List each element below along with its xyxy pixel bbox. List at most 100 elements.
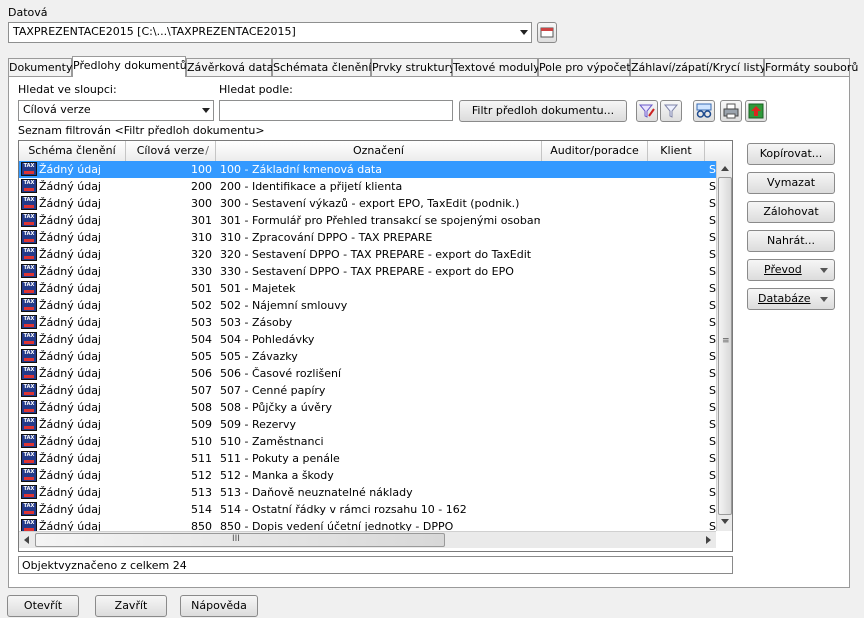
- cell-client: [651, 246, 703, 263]
- cell-auditor: [545, 450, 645, 467]
- copy-button[interactable]: Kopírovat...: [747, 143, 835, 165]
- table-row[interactable]: TAX Žádný údaj 510 510 - Zaměstnanci S: [19, 433, 716, 450]
- grip-icon: ≡: [722, 336, 730, 346]
- cell-auditor: [545, 467, 645, 484]
- cell-version: 514: [191, 503, 212, 516]
- funnel-icon: [663, 104, 679, 118]
- column-header-name[interactable]: Označení: [216, 141, 542, 161]
- search-input[interactable]: [219, 100, 453, 121]
- table-row[interactable]: TAX Žádný údaj 513 513 - Daňově neuznatelné…: [19, 484, 716, 501]
- column-header-schema[interactable]: Schéma členění: [19, 141, 126, 161]
- table-row[interactable]: TAX Žádný údaj 505 505 - Závazky S: [19, 348, 716, 365]
- tab-label: Pole pro výpočet: [539, 61, 631, 74]
- table-row[interactable]: TAX Žádný údaj 320 320 - Sestavení DPPO - T…: [19, 246, 716, 263]
- export-button[interactable]: [745, 100, 767, 122]
- tab-formaty-souboru[interactable]: Formáty souborů: [764, 58, 858, 76]
- delete-button-label: Vymazat: [766, 176, 816, 189]
- table-row[interactable]: TAX Žádný údaj 502 502 - Nájemní smlouvy S: [19, 297, 716, 314]
- tax-document-icon: TAX: [21, 400, 37, 414]
- table-row[interactable]: TAX Žádný údaj 514 514 - Ostatní řádky v rá…: [19, 501, 716, 518]
- cell-schema: Žádný údaj: [39, 350, 101, 363]
- help-button[interactable]: Nápověda: [180, 595, 258, 617]
- delete-button[interactable]: Vymazat: [747, 172, 835, 194]
- filter-edit-button[interactable]: [636, 100, 658, 122]
- upload-button[interactable]: Nahrát...: [747, 230, 835, 252]
- cell-version: 505: [191, 350, 212, 363]
- cell-auditor: [545, 161, 645, 178]
- tab-prvky-struktury[interactable]: Prvky struktury: [371, 58, 456, 76]
- horizontal-scroll-thumb[interactable]: III: [35, 533, 445, 547]
- view-button[interactable]: [693, 100, 715, 122]
- tab-zahlavi-zapati[interactable]: Záhlaví/zápatí/Krycí listy: [630, 58, 766, 76]
- datova-combo[interactable]: TAXPREZENTACE2015 [C:\...\TAXPREZENTACE2…: [8, 22, 532, 43]
- tax-document-icon: TAX: [21, 281, 37, 295]
- cell-version: 506: [191, 367, 212, 380]
- table-row[interactable]: TAX Žádný údaj 501 501 - Majetek S: [19, 280, 716, 297]
- column-header-auditor[interactable]: Auditor/poradce: [542, 141, 648, 161]
- column-select[interactable]: Cílová verze: [18, 100, 214, 121]
- tax-document-icon: TAX: [21, 434, 37, 448]
- scroll-right-icon[interactable]: [706, 536, 711, 544]
- table-row[interactable]: TAX Žádný údaj 200 200 - Identifikace a při…: [19, 178, 716, 195]
- cell-version: 509: [191, 418, 212, 431]
- scroll-left-icon[interactable]: [24, 536, 29, 544]
- cell-auditor: [545, 229, 645, 246]
- cell-version: 513: [191, 486, 212, 499]
- table-row[interactable]: TAX Žádný údaj 512 512 - Manka a škody S: [19, 467, 716, 484]
- table-row[interactable]: TAX Žádný údaj 507 507 - Cenné papíry S: [19, 382, 716, 399]
- table-row[interactable]: TAX Žádný údaj 509 509 - Rezervy S: [19, 416, 716, 433]
- tax-document-icon: TAX: [21, 264, 37, 278]
- filter-button[interactable]: Filtr předloh dokumentu...: [459, 100, 627, 122]
- vertical-scroll-thumb[interactable]: ≡: [718, 177, 732, 515]
- tab-pole-pro-vypocet[interactable]: Pole pro výpočet: [538, 58, 631, 76]
- scroll-down-icon[interactable]: [721, 519, 729, 524]
- cell-name: 509 - Rezervy: [220, 418, 296, 431]
- cell-client: [651, 195, 703, 212]
- open-button[interactable]: Otevřít: [7, 595, 79, 617]
- table-row[interactable]: TAX Žádný údaj 504 504 - Pohledávky S: [19, 331, 716, 348]
- cell-name: 320 - Sestavení DPPO - TAX PREPARE - exp…: [220, 248, 532, 261]
- table-row[interactable]: TAX Žádný údaj 506 506 - Časové rozlišení S: [19, 365, 716, 382]
- table-row[interactable]: TAX Žádný údaj 511 511 - Pokuty a penále S: [19, 450, 716, 467]
- scroll-up-icon[interactable]: [721, 166, 729, 171]
- table-row[interactable]: TAX Žádný údaj 300 300 - Sestavení výkazů -…: [19, 195, 716, 212]
- table-row[interactable]: TAX Žádný údaj 508 508 - Půjčky a úvěry S: [19, 399, 716, 416]
- table-row[interactable]: TAX Žádný údaj 100 100 - Základní kmenová d…: [19, 161, 716, 178]
- cell-name: 507 - Cenné papíry: [220, 384, 326, 397]
- table-row[interactable]: TAX Žádný údaj 310 310 - Zpracování DPPO - …: [19, 229, 716, 246]
- tab-label: Závěrková data: [187, 61, 274, 74]
- vertical-scrollbar[interactable]: ≡: [716, 161, 732, 531]
- filter-button-label: Filtr předloh dokumentu...: [471, 104, 615, 117]
- column-header-version[interactable]: Cílová verze /: [126, 141, 216, 161]
- tab-predlohy-dokumentu[interactable]: Předlohy dokumentů: [72, 56, 187, 77]
- browse-button[interactable]: [537, 22, 557, 43]
- cell-name: 506 - Časové rozlišení: [220, 367, 342, 380]
- tab-label: Schémata členění: [273, 61, 372, 74]
- database-dropdown-button[interactable]: Databáze: [747, 288, 835, 310]
- tab-dokumenty[interactable]: Dokumenty: [8, 58, 72, 76]
- cell-version: 504: [191, 333, 212, 346]
- print-button[interactable]: [720, 100, 742, 122]
- column-header-client[interactable]: Klient: [648, 141, 705, 161]
- table-row[interactable]: TAX Žádný údaj 301 301 - Formulář pro Přehl…: [19, 212, 716, 229]
- cell-overflow: S: [709, 163, 716, 176]
- table-row[interactable]: TAX Žádný údaj 503 503 - Zásoby S: [19, 314, 716, 331]
- tab-textove-moduly[interactable]: Textové moduly: [452, 58, 540, 76]
- filter-toggle-button[interactable]: [660, 100, 682, 122]
- transfer-dropdown-button[interactable]: Převod: [747, 259, 835, 281]
- cell-auditor: [545, 348, 645, 365]
- cell-schema: Žádný údaj: [39, 469, 101, 482]
- table-row[interactable]: TAX Žádný údaj 330 330 - Sestavení DPPO - T…: [19, 263, 716, 280]
- column-header-label: Cílová verze: [136, 144, 205, 157]
- cell-version: 330: [191, 265, 212, 278]
- cell-name: 100 - Základní kmenová data: [220, 163, 382, 176]
- tax-document-icon: TAX: [21, 162, 37, 176]
- tab-schemata-cleneni[interactable]: Schémata členění: [272, 58, 371, 76]
- cell-version: 300: [191, 197, 212, 210]
- cell-version: 503: [191, 316, 212, 329]
- backup-button[interactable]: Zálohovat: [747, 201, 835, 223]
- horizontal-scrollbar[interactable]: III: [19, 531, 716, 548]
- cell-name: 300 - Sestavení výkazů - export EPO, Tax…: [220, 197, 520, 210]
- tab-zaverkova-data[interactable]: Závěrková data: [186, 58, 274, 76]
- close-button[interactable]: Zavřít: [95, 595, 167, 617]
